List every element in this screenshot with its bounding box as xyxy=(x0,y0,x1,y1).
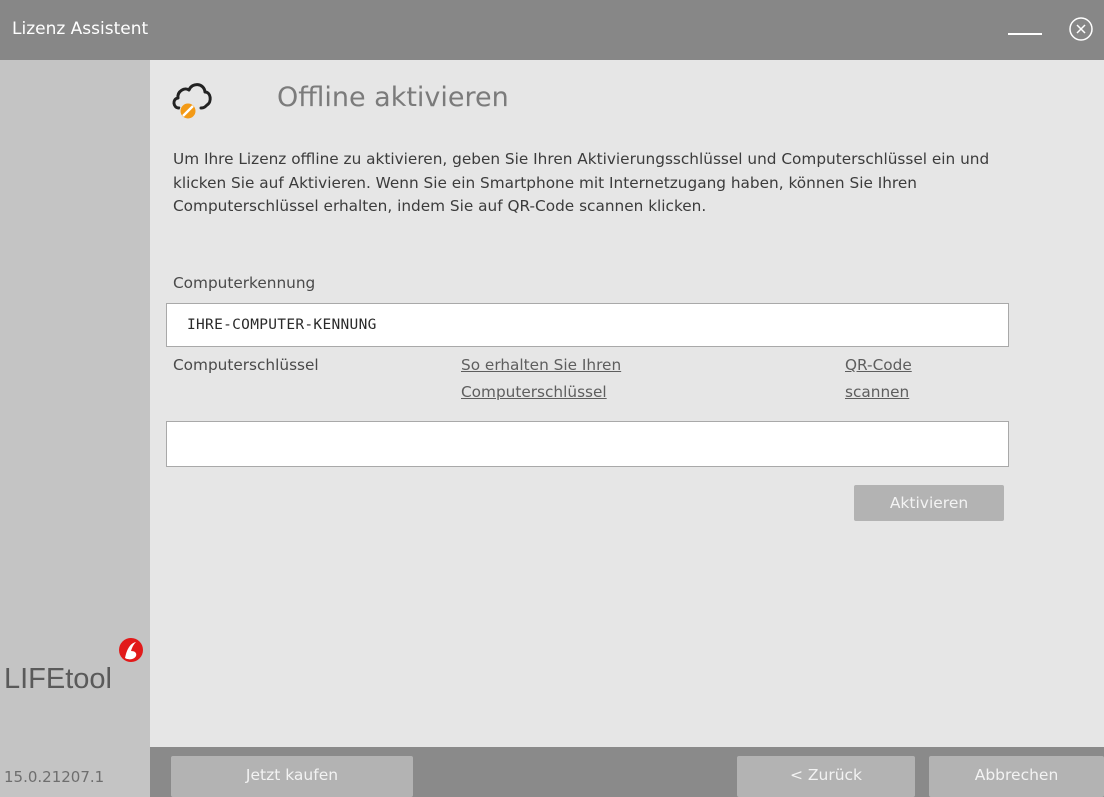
cancel-button[interactable]: Abbrechen xyxy=(929,756,1104,797)
computer-key-label: Computerschlüssel xyxy=(173,356,319,374)
instructions-text: Um Ihre Lizenz offline zu aktivieren, ge… xyxy=(173,150,990,215)
back-button[interactable]: < Zurück xyxy=(737,756,915,797)
page-title: Offline aktivieren xyxy=(277,82,509,113)
cloud-blocked-icon xyxy=(172,83,212,120)
close-circle-icon xyxy=(1069,17,1093,41)
buy-now-button[interactable]: Jetzt kaufen xyxy=(171,756,413,797)
title-bar xyxy=(0,0,1104,60)
version-label: 15.0.21207.1 xyxy=(4,768,105,786)
how-to-get-key-link[interactable]: So erhalten Sie Ihren Computerschlüssel xyxy=(461,352,701,406)
computer-id-field[interactable]: IHRE-COMPUTER-KENNUNG xyxy=(166,303,1009,347)
computer-key-input[interactable] xyxy=(166,421,1009,467)
close-button[interactable] xyxy=(1068,16,1094,42)
activate-button[interactable]: Aktivieren xyxy=(854,485,1004,521)
minimize-button[interactable] xyxy=(1006,12,1046,48)
computer-id-label: Computerkennung xyxy=(173,274,316,292)
minimize-icon xyxy=(1008,33,1042,35)
lifetool-logo: LIFEtool xyxy=(4,638,143,694)
window-title: Lizenz Assistent xyxy=(12,19,149,39)
scan-qr-code-link[interactable]: QR-Code scannen xyxy=(845,352,955,406)
logo-text: LIFEtool xyxy=(4,663,112,694)
